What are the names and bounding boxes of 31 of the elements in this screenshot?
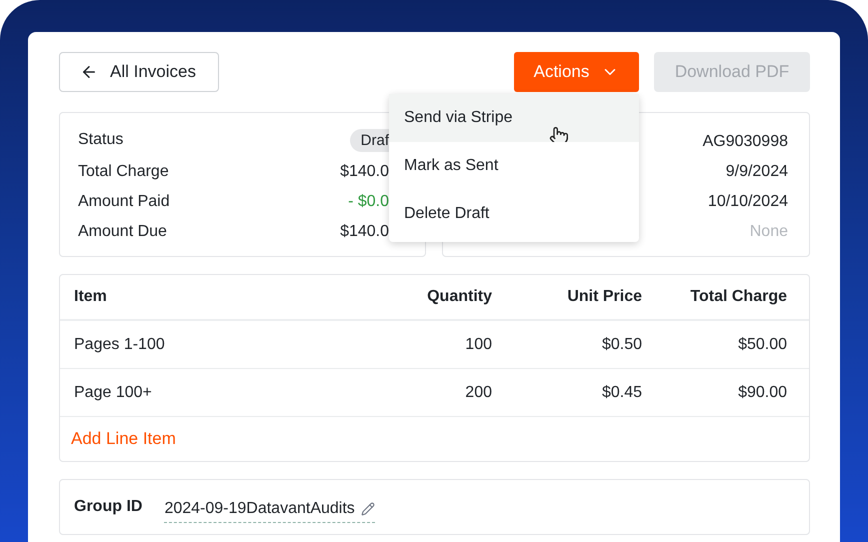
back-button[interactable]: All Invoices (59, 52, 219, 92)
summary-value: $140.0 (340, 223, 389, 241)
table-cell: 200 (465, 384, 492, 402)
table-cell: $0.50 (602, 336, 642, 354)
column-header: Unit Price (567, 288, 642, 306)
summary-label: Status (78, 131, 124, 149)
status-badge: Draf (350, 128, 389, 152)
column-header: Item (74, 288, 107, 306)
menu-item[interactable]: Mark as Sent (389, 142, 639, 190)
detail-value: 9/9/2024 (726, 163, 788, 181)
table-cell: 100 (465, 336, 492, 354)
detail-value: None (750, 223, 788, 241)
detail-value: AG9030998 (702, 133, 788, 151)
group-id-label: Group ID (74, 498, 142, 516)
summary-label: Amount Paid (78, 193, 170, 211)
summary-label: Amount Due (78, 223, 167, 241)
detail-value: 10/10/2024 (708, 193, 788, 211)
summary-value: - $0.0 (348, 193, 389, 211)
column-header: Quantity (427, 288, 492, 306)
menu-item[interactable]: Send via Stripe (389, 94, 639, 142)
table-cell: Pages 1-100 (74, 336, 165, 354)
group-id-field[interactable]: 2024-09-19DatavantAudits (164, 496, 375, 522)
table-cell: Page 100+ (74, 384, 152, 402)
column-header: Total Charge (690, 288, 787, 306)
table-cell: $0.45 (602, 384, 642, 402)
summary-value: $140.0 (340, 163, 389, 181)
pencil-icon (360, 502, 375, 516)
table-cell: $50.00 (738, 336, 787, 354)
table-cell: $90.00 (738, 384, 787, 402)
summary-label: Total Charge (78, 163, 169, 181)
menu-item[interactable]: Delete Draft (389, 190, 639, 238)
